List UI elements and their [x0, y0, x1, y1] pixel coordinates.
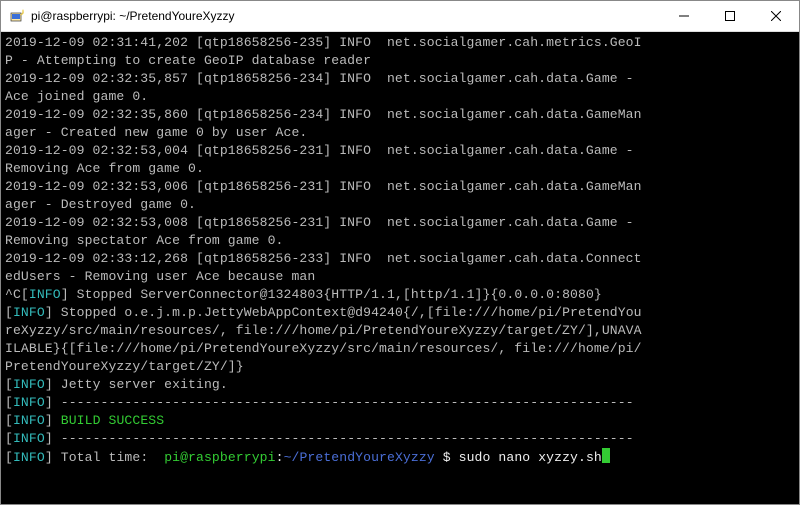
- log-line: [INFO] Stopped o.e.j.m.p.JettyWebAppCont…: [5, 305, 642, 320]
- info-tag: INFO: [29, 287, 61, 302]
- log-line: edUsers - Removing user Ace because man: [5, 269, 315, 284]
- log-line: ILABLE}{[file:///home/pi/PretendYoureXyz…: [5, 341, 642, 356]
- log-line: Removing Ace from game 0.: [5, 161, 204, 176]
- log-line: PretendYoureXyzzy/target/ZY/]}: [5, 359, 244, 374]
- putty-icon: [9, 8, 25, 24]
- log-line: [INFO] ---------------------------------…: [5, 431, 634, 446]
- log-line: 2019-12-09 02:31:41,202 [qtp18658256-235…: [5, 35, 642, 50]
- log-line: P - Attempting to create GeoIP database …: [5, 53, 371, 68]
- log-line: [INFO] Jetty server exiting.: [5, 377, 228, 392]
- build-success: BUILD SUCCESS: [61, 413, 164, 428]
- cursor-icon: [602, 448, 610, 463]
- close-button[interactable]: [753, 1, 799, 31]
- prompt-path: ~/PretendYoureXyzzy: [284, 450, 435, 465]
- info-tag: INFO: [13, 413, 45, 428]
- minimize-button[interactable]: [661, 1, 707, 31]
- info-tag: INFO: [13, 395, 45, 410]
- info-tag: INFO: [13, 305, 45, 320]
- log-line: 2019-12-09 02:33:12,268 [qtp18658256-233…: [5, 251, 642, 266]
- log-line: 2019-12-09 02:32:53,004 [qtp18658256-231…: [5, 143, 642, 158]
- log-line: [INFO] Total time: pi@raspberrypi:~/Pret…: [5, 450, 610, 465]
- log-line: [INFO] BUILD SUCCESS: [5, 413, 164, 428]
- log-line: Ace joined game 0.: [5, 89, 148, 104]
- prompt-user-host: pi@raspberrypi: [164, 450, 275, 465]
- log-line: 2019-12-09 02:32:53,008 [qtp18658256-231…: [5, 215, 642, 230]
- log-line: ager - Destroyed game 0.: [5, 197, 196, 212]
- log-line: 2019-12-09 02:32:53,006 [qtp18658256-231…: [5, 179, 642, 194]
- log-line: 2019-12-09 02:32:35,857 [qtp18658256-234…: [5, 71, 642, 86]
- prompt-command[interactable]: sudo nano xyzzy.sh: [459, 450, 602, 465]
- info-tag: INFO: [13, 431, 45, 446]
- log-line: Removing spectator Ace from game 0.: [5, 233, 284, 248]
- log-line: ager - Created new game 0 by user Ace.: [5, 125, 307, 140]
- titlebar[interactable]: pi@raspberrypi: ~/PretendYoureXyzzy: [1, 1, 799, 32]
- log-line: [INFO] ---------------------------------…: [5, 395, 634, 410]
- info-tag: INFO: [13, 377, 45, 392]
- terminal-output[interactable]: 2019-12-09 02:31:41,202 [qtp18658256-235…: [1, 32, 799, 504]
- log-line: reXyzzy/src/main/resources/, file:///hom…: [5, 323, 642, 338]
- window-controls: [661, 1, 799, 31]
- terminal-window: pi@raspberrypi: ~/PretendYoureXyzzy 2019…: [0, 0, 800, 505]
- log-line: ^C[INFO] Stopped ServerConnector@1324803…: [5, 287, 602, 302]
- window-title: pi@raspberrypi: ~/PretendYoureXyzzy: [31, 9, 661, 23]
- log-line: 2019-12-09 02:32:35,860 [qtp18658256-234…: [5, 107, 642, 122]
- info-tag: INFO: [13, 450, 45, 465]
- maximize-button[interactable]: [707, 1, 753, 31]
